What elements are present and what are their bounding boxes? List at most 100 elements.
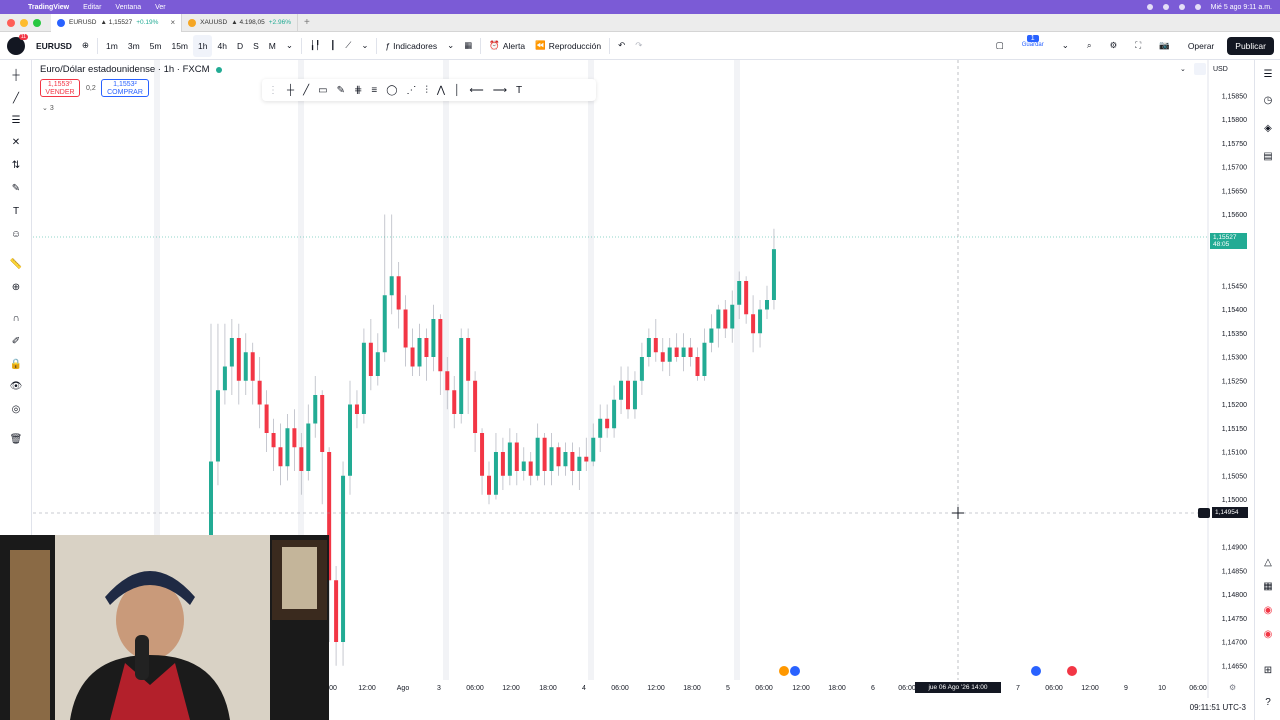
add-alert-plus-icon[interactable] [1198, 508, 1210, 518]
candles-style-icon[interactable]: ╽╿ [305, 35, 325, 57]
buy-button[interactable]: 1,1553² COMPRAR [101, 79, 149, 97]
save-dropdown-icon[interactable]: ⌄ [1057, 35, 1074, 57]
zoom-in-icon[interactable]: ⊕ [8, 279, 24, 295]
watchlist-icon[interactable]: ☰ [1260, 66, 1276, 82]
scroll-down-chevron-icon[interactable]: ⌄ [1180, 66, 1186, 73]
crosshair-icon[interactable]: ┼ [8, 67, 24, 83]
snapshot-camera-icon[interactable]: 📷 [1154, 35, 1175, 57]
emoji-icon[interactable]: ☺ [8, 226, 24, 242]
symbol-search-button[interactable]: EURUSD [31, 35, 77, 57]
new-tab-icon[interactable]: + [304, 17, 310, 28]
apps-grid-icon[interactable]: ⊞ [1260, 662, 1276, 678]
close-window-button[interactable] [7, 18, 15, 27]
menu-app-name[interactable]: TradingView [28, 4, 69, 11]
interval-m[interactable]: M [264, 35, 281, 57]
menu-item-window[interactable]: Ventana [115, 4, 141, 11]
line-chart-icon[interactable]: ⟋ [340, 35, 356, 57]
messages-icon[interactable]: ◉ [1260, 626, 1276, 642]
event-flag-icon[interactable] [779, 666, 789, 676]
interval-dropdown-icon[interactable]: ⌄ [281, 35, 298, 57]
alert-button[interactable]: ⏰ Alerta [484, 35, 530, 57]
user-avatar[interactable]: 11 [7, 33, 28, 55]
trade-button[interactable]: Operar [1183, 35, 1219, 57]
trash-icon[interactable]: 🗑 [8, 431, 24, 447]
arrow-left-icon[interactable]: ⟵ [469, 85, 483, 96]
sell-button[interactable]: 1,1553⁰ VENDER [40, 79, 80, 97]
event-flag-icon[interactable] [790, 666, 800, 676]
replay-button[interactable]: ⏪ Reproducción [530, 35, 606, 57]
undo-icon[interactable]: ↶ [613, 35, 630, 57]
currency-label[interactable]: USD [1213, 66, 1228, 73]
forecast-icon[interactable]: ⇅ [8, 157, 24, 173]
circle-icon[interactable]: ◯ [386, 85, 397, 96]
status-icon[interactable] [1162, 4, 1169, 10]
notifications-icon[interactable]: ◉ [1260, 602, 1276, 618]
redo-icon[interactable]: ↷ [630, 35, 647, 57]
status-icon[interactable] [1146, 4, 1153, 10]
interval-3m[interactable]: 3m [123, 35, 145, 57]
pattern-icon[interactable]: ✕ [8, 134, 24, 150]
fullscreen-icon[interactable]: ⛶ [1130, 35, 1146, 57]
symbol-title[interactable]: Euro/Dólar estadounidense · 1h · FXCM [40, 64, 210, 75]
tab-xauusd[interactable]: XAUUSD ▲ 4.198,05 +2.96% [182, 13, 298, 32]
cross-line-icon[interactable]: ┼ [287, 85, 294, 96]
layers-icon[interactable]: ◈ [1260, 120, 1276, 136]
ruler-icon[interactable]: 📏 [8, 256, 24, 272]
layout-templates-icon[interactable]: ▦ [459, 35, 477, 57]
trend-line-icon[interactable]: ╱ [8, 90, 24, 106]
chat-icon[interactable]: ▤ [1260, 148, 1276, 164]
text-tool-icon[interactable]: T [8, 203, 24, 219]
interval-s[interactable]: S [248, 35, 264, 57]
interval-5m[interactable]: 5m [145, 35, 167, 57]
indicators-dropdown-icon[interactable]: ⌄ [442, 35, 459, 57]
indicators-button[interactable]: ƒ Indicadores [380, 35, 442, 57]
brush-icon[interactable]: ✎ [337, 85, 345, 96]
menu-item-view[interactable]: Ver [155, 4, 166, 11]
brush-icon[interactable]: ✎ [8, 180, 24, 196]
pattern-icon[interactable]: ⋀ [437, 85, 445, 96]
trend-line-icon[interactable]: ╱ [303, 85, 309, 96]
compare-symbol-icon[interactable]: ⊕ [77, 35, 94, 57]
alerts-clock-icon[interactable]: ◷ [1260, 92, 1276, 108]
close-tab-icon[interactable]: × [170, 18, 175, 27]
price-axis-settings-icon[interactable] [1194, 63, 1206, 75]
interval-15m[interactable]: 15m [166, 35, 193, 57]
pitchfork-icon[interactable]: ⫶ [425, 85, 428, 96]
wifi-icon[interactable] [1178, 4, 1185, 10]
parallel-channel-icon[interactable]: ⋕ [354, 85, 362, 96]
time-axis-settings-icon[interactable]: ⚙ [1229, 683, 1236, 692]
maximize-window-button[interactable] [33, 18, 41, 27]
hide-drawings-eye-icon[interactable]: 👁 [8, 378, 24, 394]
help-icon[interactable]: ? [1260, 694, 1276, 710]
fib-icon[interactable]: ≡ [371, 85, 377, 96]
object-tree-icon[interactable]: ◎ [8, 401, 24, 417]
interval-1h[interactable]: 1h [193, 34, 213, 57]
save-layout-button[interactable]: 1 Guardar [1017, 34, 1049, 57]
event-flag-icon[interactable] [1067, 666, 1077, 676]
interval-d[interactable]: D [232, 35, 248, 57]
fib-retracement-icon[interactable]: ☰ [8, 112, 24, 128]
text-tool-icon[interactable]: T [516, 85, 522, 96]
interval-1m[interactable]: 1m [101, 35, 123, 57]
vertical-line-icon[interactable]: │ [454, 85, 460, 96]
calendar-icon[interactable]: ▦ [1260, 578, 1276, 594]
horizontal-ray-icon[interactable]: ⟶ [493, 85, 507, 96]
event-flag-icon[interactable] [1031, 666, 1041, 676]
ideas-icon[interactable]: △ [1260, 554, 1276, 570]
legend-collapse-toggle[interactable]: ⌄ 3 [42, 104, 54, 112]
battery-icon[interactable] [1194, 4, 1201, 10]
magnet-icon[interactable]: ∩ [8, 310, 24, 326]
chart-style-dropdown-icon[interactable]: ⌄ [356, 35, 373, 57]
menu-clock[interactable]: Mié 5 ago 9:11 a.m. [1211, 4, 1272, 11]
stay-drawing-icon[interactable]: ✐ [8, 333, 24, 349]
minimize-window-button[interactable] [20, 18, 28, 27]
settings-gear-icon[interactable]: ⚙ [1105, 35, 1123, 57]
rectangle-icon[interactable]: ▭ [318, 85, 327, 96]
gann-icon[interactable]: ⋰ [406, 85, 416, 96]
interval-4h[interactable]: 4h [212, 35, 231, 57]
quick-search-icon[interactable]: ⌕ [1082, 35, 1097, 57]
drag-handle-icon[interactable]: ⋮ [268, 85, 278, 96]
layout-select-icon[interactable]: ▢ [991, 35, 1009, 57]
timezone-clock[interactable]: 09:11:51 UTC-3 [1190, 703, 1246, 712]
bars-style-icon[interactable]: ┃ [325, 35, 340, 57]
